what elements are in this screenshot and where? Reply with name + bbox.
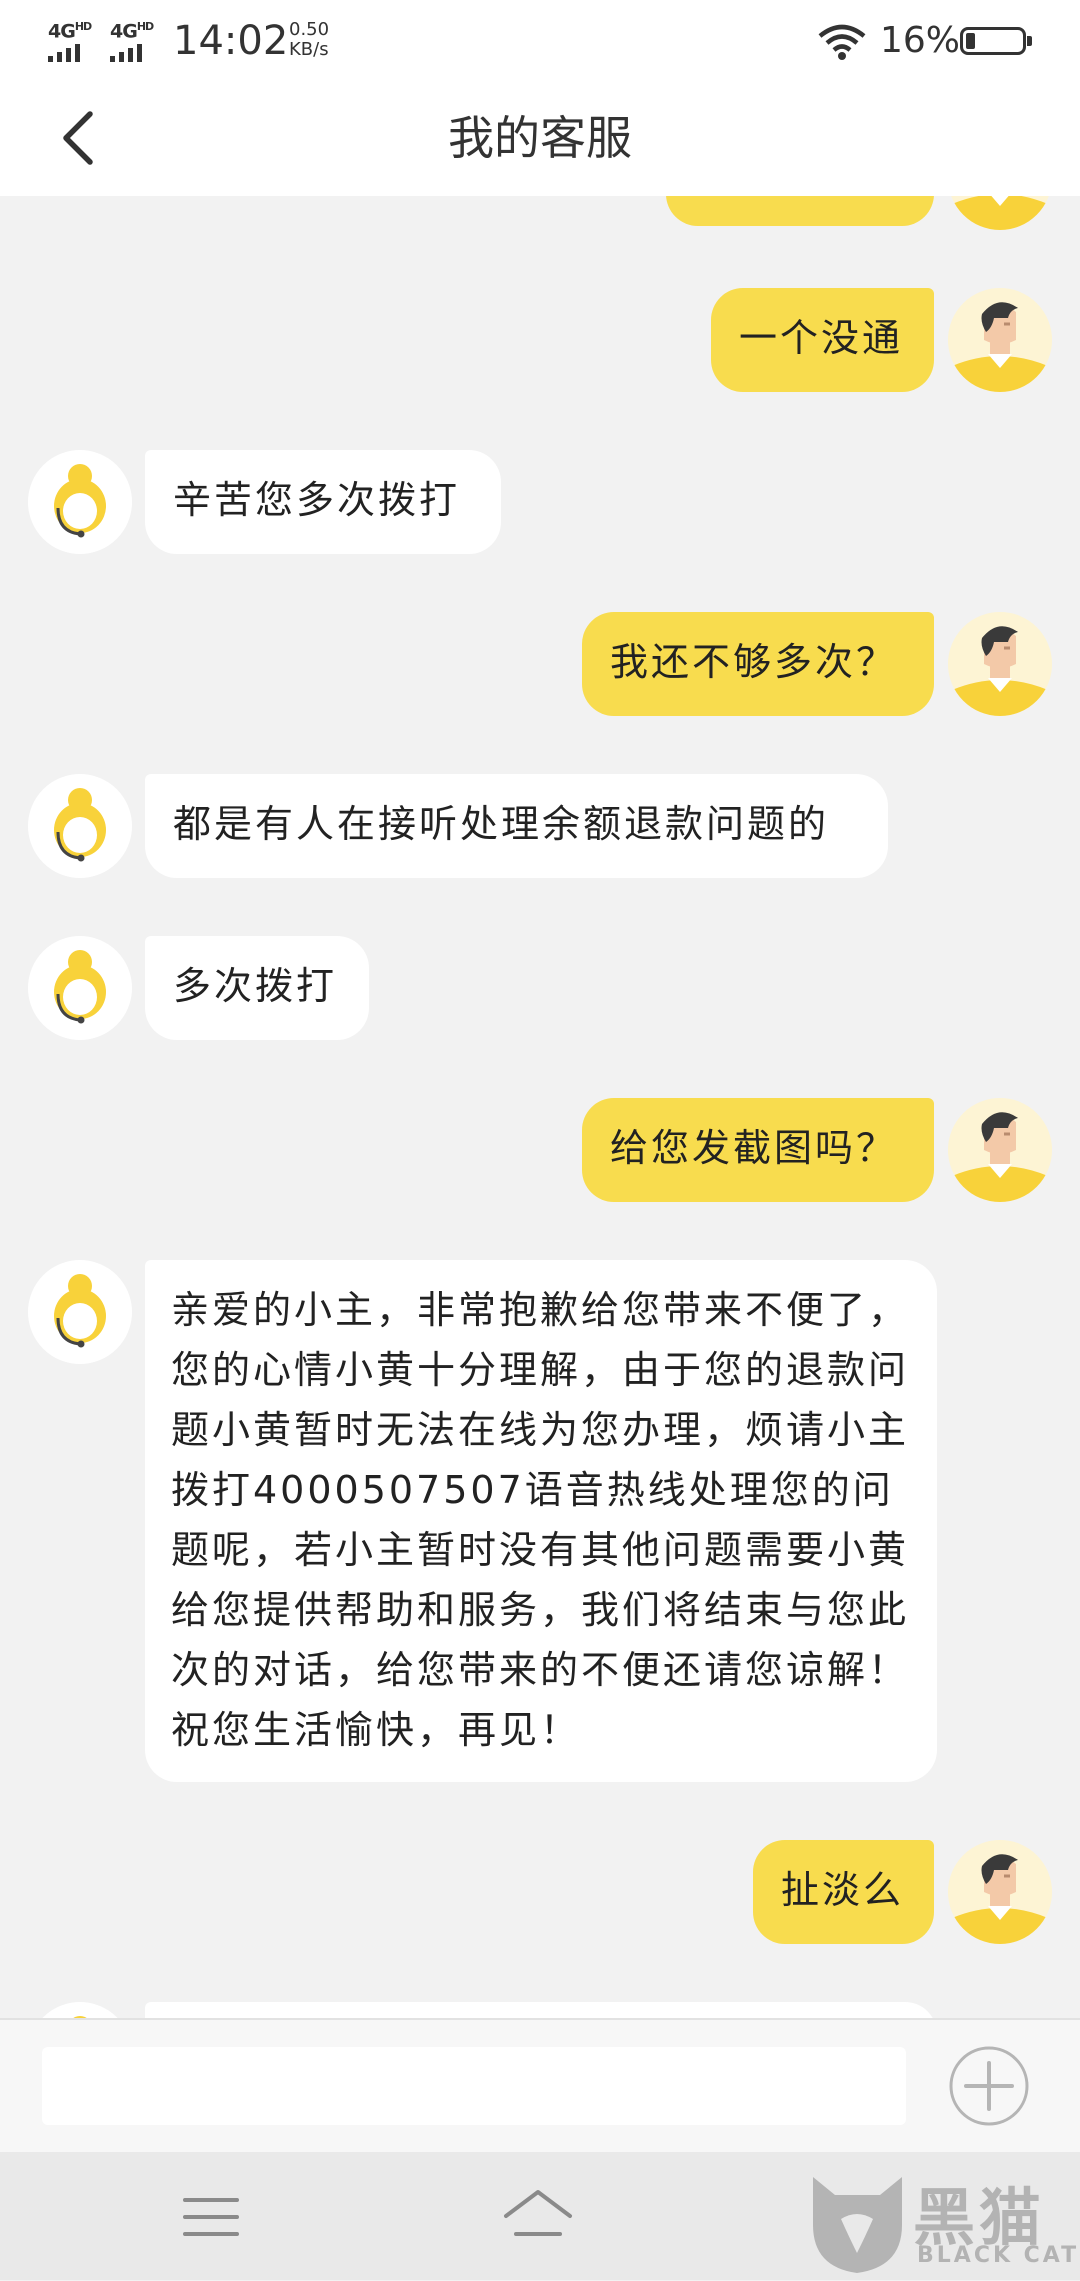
agent-message-bubble[interactable]: 都是有人在接听处理余额退款问题的: [145, 774, 888, 878]
user-message-bubble[interactable]: [666, 196, 934, 226]
status-bar: 4GHD 4GHD 14:02 0.50 KB/s 16%: [0, 0, 1080, 80]
user-message-bubble[interactable]: 一个没通: [711, 288, 934, 392]
agent-message-bubble[interactable]: 辛苦您多次拨打: [145, 450, 501, 554]
agent-avatar[interactable]: [28, 1260, 132, 1364]
signal-icon: 4GHD: [48, 20, 104, 62]
agent-avatar[interactable]: [28, 774, 132, 878]
agent-avatar-image: [28, 2002, 132, 2018]
agent-avatar-image: [28, 1260, 132, 1364]
agent-avatar-image: [28, 774, 132, 878]
battery-percent: 16%: [880, 20, 961, 61]
user-message-bubble[interactable]: 扯淡么: [753, 1840, 934, 1944]
battery-icon: [960, 27, 1032, 55]
user-avatar-image: [948, 612, 1052, 716]
agent-avatar[interactable]: [28, 936, 132, 1040]
agent-avatar-image: [28, 936, 132, 1040]
agent-message-bubble[interactable]: 多次拨打: [145, 936, 369, 1040]
battery-level: [966, 33, 975, 49]
agent-message-bubble[interactable]: [145, 2002, 937, 2018]
home-icon: [504, 2190, 572, 2236]
input-bar: [0, 2018, 1080, 2152]
user-avatar-image: [948, 1840, 1052, 1944]
user-avatar-image: [948, 196, 1052, 230]
agent-message-bubble[interactable]: 亲爱的小主，非常抱歉给您带来不便了，您的心情小黄十分理解，由于您的退款问题小黄暂…: [145, 1260, 937, 1782]
home-button[interactable]: [498, 2182, 578, 2252]
page-title: 我的客服: [448, 111, 632, 165]
watermark: 黑猫 BLACK CAT: [805, 2167, 1080, 2280]
user-avatar[interactable]: [948, 1098, 1052, 1202]
nav-bar: 我的客服: [0, 80, 1080, 196]
user-message-bubble[interactable]: 我还不够多次？: [582, 612, 934, 716]
menu-icon: [183, 2198, 239, 2236]
system-nav-bar: 黑猫 BLACK CAT: [0, 2152, 1080, 2280]
watermark-text-en: BLACK CAT: [917, 2243, 1080, 2268]
user-avatar[interactable]: [948, 196, 1052, 230]
wifi-icon: [818, 24, 866, 60]
user-avatar[interactable]: [948, 612, 1052, 716]
network-speed: 0.50 KB/s: [289, 19, 330, 60]
user-avatar-image: [948, 1098, 1052, 1202]
status-time: 14:02: [173, 18, 289, 64]
add-attachment-button[interactable]: [948, 2045, 1030, 2127]
signal-icon: 4GHD: [110, 20, 166, 62]
plus-circle-icon: [949, 2046, 1029, 2126]
message-input[interactable]: [42, 2047, 906, 2125]
chat-message-list[interactable]: 一个没通 辛苦您多次拨打 我还不够多次？ 都是有人在接听处理余额退款问题的 多次…: [0, 196, 1080, 2018]
user-message-bubble[interactable]: 给您发截图吗？: [582, 1098, 934, 1202]
user-avatar[interactable]: [948, 1840, 1052, 1944]
agent-avatar[interactable]: [28, 2002, 132, 2018]
menu-button[interactable]: [171, 2182, 251, 2252]
user-avatar-image: [948, 288, 1052, 392]
user-avatar[interactable]: [948, 288, 1052, 392]
cat-logo-icon: [813, 2177, 902, 2273]
agent-avatar-image: [28, 450, 132, 554]
agent-avatar[interactable]: [28, 450, 132, 554]
